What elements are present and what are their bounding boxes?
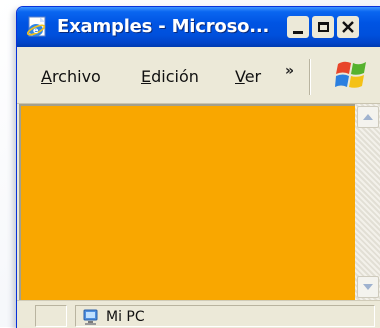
scroll-up-button[interactable] xyxy=(357,106,379,128)
status-zone: Mi PC xyxy=(75,305,375,327)
menu-edicion[interactable]: Edición xyxy=(141,67,199,86)
menu-label: rchivo xyxy=(51,67,101,86)
page-content-area[interactable] xyxy=(19,104,355,300)
maximize-icon xyxy=(317,22,329,32)
menu-accel: E xyxy=(141,67,152,86)
menu-label: er xyxy=(244,67,262,86)
toolbar-separator xyxy=(309,59,310,95)
close-icon xyxy=(342,21,354,33)
arrow-up-icon xyxy=(363,114,373,120)
menu-ver[interactable]: Ver xyxy=(235,67,261,86)
my-computer-icon xyxy=(83,309,98,325)
menu-accel: A xyxy=(41,67,52,86)
maximize-button[interactable] xyxy=(312,16,334,38)
menu-label: dición xyxy=(151,67,199,86)
scroll-down-button[interactable] xyxy=(357,276,379,298)
window-title: Examples - Microso... xyxy=(57,16,270,37)
menu-accel: V xyxy=(235,67,245,86)
vertical-scrollbar[interactable] xyxy=(355,104,380,300)
arrow-down-icon xyxy=(363,284,373,290)
title-bar[interactable]: e Examples - Microso... xyxy=(17,7,380,47)
svg-text:e: e xyxy=(33,26,39,35)
ie-page-icon: e xyxy=(26,16,46,37)
zone-label: Mi PC xyxy=(106,309,145,325)
menu-bar: Archivo Edición Ver » xyxy=(17,47,380,104)
status-bar: Mi PC xyxy=(17,300,380,328)
menu-archivo[interactable]: Archivo xyxy=(41,67,101,86)
windows-flag-logo xyxy=(335,61,366,88)
close-button[interactable] xyxy=(337,16,359,38)
minimize-button[interactable] xyxy=(287,16,309,38)
browser-window: e Examples - Microso... Archivo Edición … xyxy=(16,6,380,328)
minimize-icon xyxy=(293,30,303,34)
menu-overflow-chevron[interactable]: » xyxy=(285,63,294,79)
status-cell-empty xyxy=(35,305,67,327)
